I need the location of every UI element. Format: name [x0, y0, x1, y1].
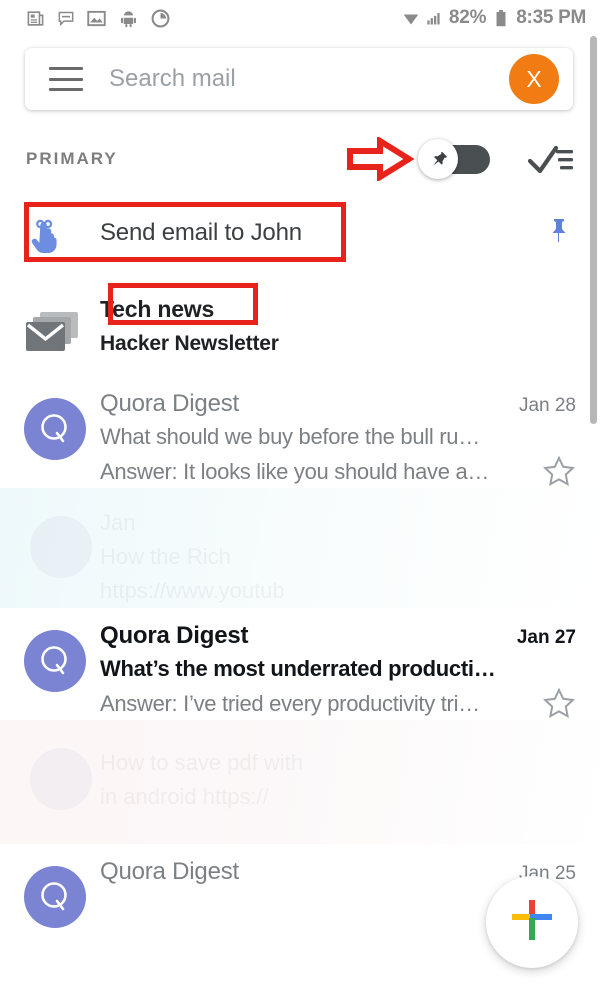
hamburger-menu-icon[interactable] [49, 67, 83, 91]
pointing-hand-icon [24, 213, 70, 259]
avatar[interactable] [24, 398, 86, 460]
status-bar: 82% 8:35 PM [0, 0, 600, 36]
avatar[interactable] [24, 630, 86, 692]
mail-snippet: Answer: I’ve tried every productivity tr… [100, 691, 480, 716]
mail-sender: Quora Digest [100, 390, 239, 417]
select-all-icon[interactable] [527, 142, 574, 176]
reminder-body: Send email to John [100, 219, 576, 247]
avatar-slot [24, 858, 100, 928]
battery-icon [493, 9, 509, 27]
news-icon [26, 9, 45, 28]
mail-content: Quora Digest Jan 28 What should we buy b… [100, 390, 576, 488]
quora-q-icon [41, 646, 67, 675]
signal-icon [426, 10, 442, 27]
ghost-line-3: https://www.youtub [100, 578, 285, 603]
avatar-slot [24, 622, 100, 720]
quora-q-icon [41, 882, 67, 911]
ghost-line-3: in android https:// [100, 784, 269, 809]
google-plus-icon [509, 897, 555, 948]
avatar-label: X [526, 65, 542, 92]
mail-snippet: Answer: It looks like you should have a… [100, 459, 490, 484]
ghost-line-2: How to save pdf with [100, 750, 303, 775]
star-outline-icon[interactable] [542, 687, 576, 721]
clock-icon [151, 9, 170, 28]
toggle-knob[interactable] [418, 139, 458, 179]
avatar[interactable] [24, 866, 86, 928]
compose-fab-button[interactable] [486, 876, 578, 968]
mail-header: Quora Digest Jan 28 [100, 390, 576, 418]
quora-q-icon [41, 414, 67, 443]
mail-header: Quora Digest Jan 25 [100, 858, 576, 886]
ghost-text: How to save pdf with in android https:// [0, 720, 600, 810]
pin-icon [432, 151, 447, 166]
search-input[interactable] [109, 65, 509, 93]
category-header: PRIMARY [0, 128, 600, 190]
mail-snippet-row: Answer: I’ve tried every productivity tr… [100, 687, 576, 721]
newsletter-row[interactable]: Tech news Hacker Newsletter [0, 276, 600, 376]
list-item: How to save pdf with in android https:// [0, 720, 600, 844]
message-icon [58, 10, 74, 27]
page-title: PRIMARY [26, 149, 118, 168]
list-item: Jan How the Rich https://www.youtub [0, 488, 600, 608]
search-bar[interactable]: X [25, 48, 573, 110]
mail-list: Send email to John Tech news Hacker News… [0, 190, 600, 928]
ghost-text: Jan How the Rich https://www.youtub [0, 488, 600, 604]
ghost-line-1: Jan [100, 510, 136, 535]
red-arrow-annotation [346, 135, 415, 183]
photo-icon [87, 9, 106, 28]
reminder-row[interactable]: Send email to John [0, 190, 600, 276]
mail-content: Quora Digest Jan 27 What’s the most unde… [100, 622, 576, 720]
header-actions [346, 135, 600, 183]
gmail-app-screen: 82% 8:35 PM X PRIMARY [0, 0, 600, 1000]
newsletter-title: Tech news [100, 296, 215, 322]
reminder-text: Send email to John [100, 219, 302, 246]
stacked-envelope-icon [24, 310, 80, 356]
vertical-scrollbar[interactable] [590, 36, 597, 424]
avatar[interactable]: X [509, 54, 559, 104]
newsletter-subtitle: Hacker Newsletter [100, 332, 279, 355]
star-outline-icon[interactable] [542, 455, 576, 489]
clock-label: 8:35 PM [516, 7, 586, 28]
wifi-icon [403, 10, 419, 27]
avatar-slot [24, 390, 100, 488]
table-row[interactable]: Quora Digest Jan 28 What should we buy b… [0, 376, 600, 488]
ghost-line-2: How the Rich [100, 544, 231, 569]
pin-toggle[interactable] [418, 139, 492, 179]
newsletter-body: Tech news Hacker Newsletter [100, 290, 576, 376]
mail-subject: What’s the most underrated producti… [100, 656, 496, 681]
mail-header: Quora Digest Jan 27 [100, 622, 576, 650]
status-notification-icons [26, 9, 170, 28]
table-row[interactable]: Quora Digest Jan 27 What’s the most unde… [0, 608, 600, 720]
newsletter-icon-slot [24, 290, 100, 376]
reminder-icon-slot [24, 207, 100, 259]
android-icon [119, 9, 138, 28]
mail-sender: Quora Digest [100, 858, 239, 885]
status-system-indicators: 82% 8:35 PM [403, 7, 586, 29]
mail-snippet-row: Answer: It looks like you should have a… [100, 455, 576, 489]
mail-subject: What should we buy before the bull ru… [100, 424, 480, 449]
pin-icon[interactable] [548, 218, 570, 244]
battery-percent-label: 82% [448, 7, 487, 28]
mail-date: Jan 27 [516, 627, 576, 648]
mail-sender: Quora Digest [100, 622, 249, 649]
mail-date: Jan 28 [518, 395, 576, 416]
